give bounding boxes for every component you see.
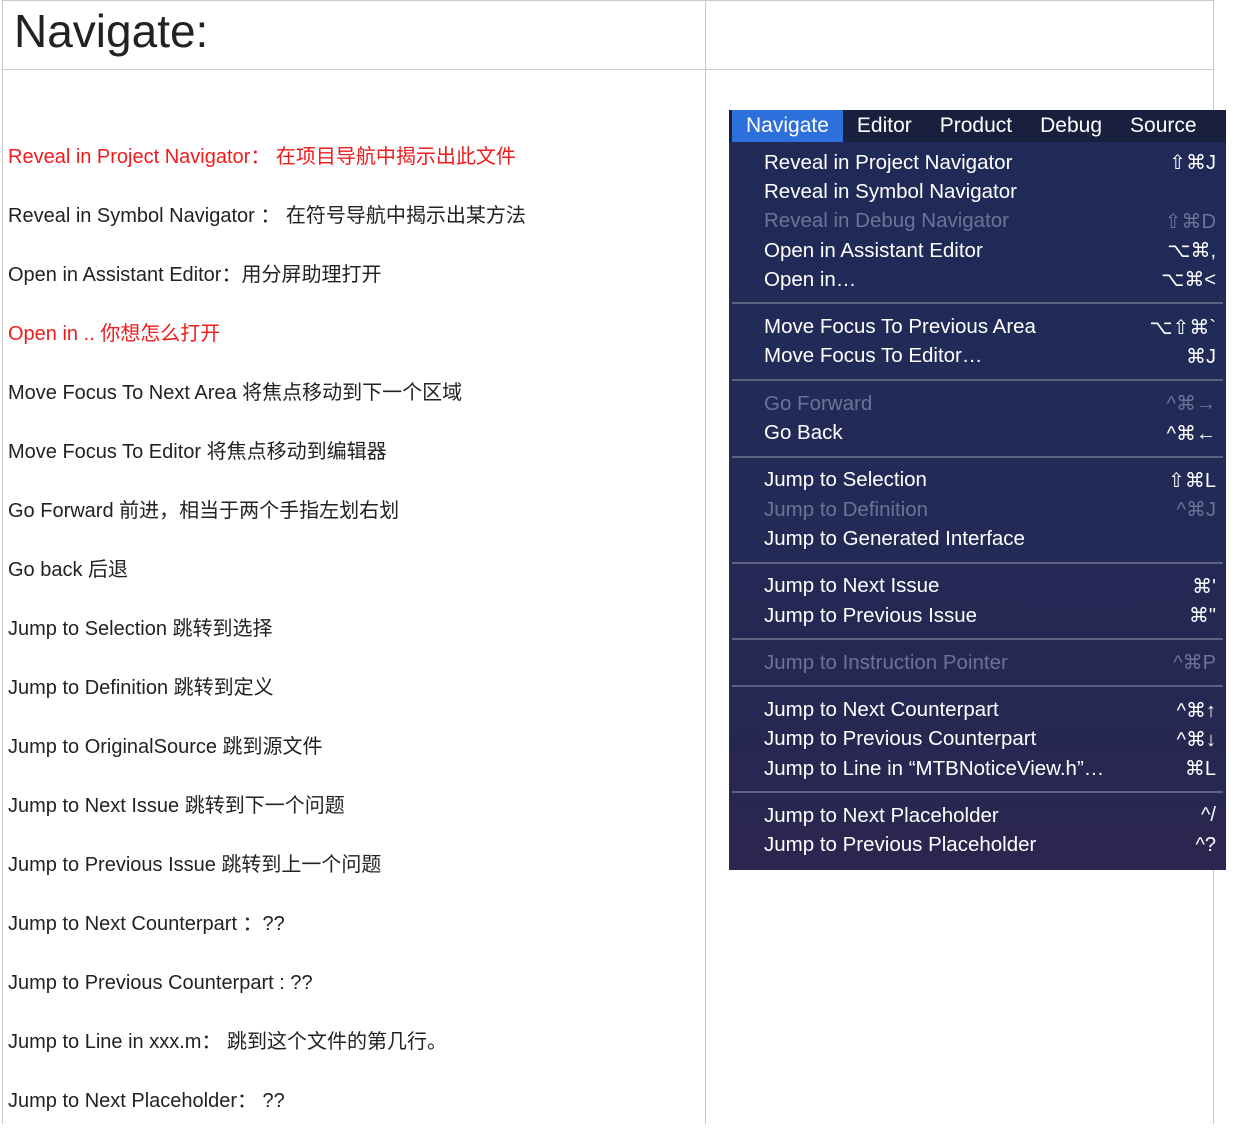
menu-item[interactable]: Reveal in Symbol Navigator — [729, 177, 1226, 206]
navigate-menu: Navigate Editor Product Debug Source Reveal … — [729, 110, 1226, 870]
menu-separator — [732, 302, 1223, 305]
note-line: Jump to Next Issue 跳转到下一个问题 — [8, 795, 345, 817]
menu-item-label: Jump to Next Placeholder — [764, 803, 999, 827]
note-line: Jump to Selection 跳转到选择 — [8, 618, 273, 640]
menu-item[interactable]: Jump to Previous Counterpart ^⌘↓ — [729, 725, 1226, 754]
menubar-item-debug[interactable]: Debug — [1026, 110, 1116, 142]
menu-item: Jump to Definition ^⌘J — [729, 495, 1226, 524]
column-divider — [705, 0, 706, 1124]
menu-item-shortcut: ⌘' — [1192, 575, 1216, 598]
menu-item-label: Jump to Previous Counterpart — [764, 727, 1037, 751]
menu-item[interactable]: Jump to Selection ⇧⌘L — [729, 466, 1226, 495]
menu-item-label: Go Back — [764, 421, 843, 445]
menu-item-shortcut: ⇧⌘L — [1168, 469, 1216, 492]
menu-item-label: Jump to Definition — [764, 497, 929, 521]
menu-item-shortcut: ⌘" — [1188, 605, 1216, 627]
menu-item: Jump to Instruction Pointer ^⌘P — [729, 648, 1226, 677]
menu-item: Go Forward ^⌘→ — [729, 389, 1226, 418]
menubar-item-product[interactable]: Product — [926, 110, 1026, 142]
menu-item-shortcut: ⌥⌘, — [1167, 240, 1216, 263]
menu-item-label: Jump to Generated Interface — [764, 526, 1025, 550]
menu-item[interactable]: Jump to Generated Interface — [729, 524, 1226, 553]
menu-item[interactable]: Jump to Previous Placeholder ^? — [729, 831, 1226, 860]
menu-item[interactable]: Jump to Next Placeholder ^/ — [729, 801, 1226, 830]
menu-item-label: Open in Assistant Editor — [764, 238, 983, 262]
menu-item-label: Jump to Instruction Pointer — [764, 650, 1008, 674]
menu-separator — [732, 685, 1223, 688]
note-line: Open in .. 你想怎么打开 — [8, 323, 221, 345]
menu-item-label: Go Forward — [764, 391, 873, 415]
menu-separator — [732, 455, 1223, 458]
menu-item: Reveal in Debug Navigator ⇧⌘D — [729, 207, 1226, 236]
note-line: Jump to Definition 跳转到定义 — [8, 677, 274, 699]
note-line: Jump to Line in xxx.m： 跳到这个文件的第几行。 — [8, 1031, 447, 1053]
menu-item-shortcut: ⇧⌘J — [1169, 152, 1216, 175]
menubar-item-navigate[interactable]: Navigate — [732, 110, 843, 142]
row-divider — [2, 69, 1214, 70]
menu-item-shortcut: ^? — [1195, 833, 1216, 856]
note-line: Jump to Previous Counterpart : ?? — [8, 972, 313, 994]
menu-item-label: Reveal in Symbol Navigator — [764, 179, 1017, 203]
menu-separator — [732, 379, 1223, 382]
note-line: Reveal in Project Navigator： 在项目导航中揭示出此文… — [8, 146, 516, 168]
menu-item[interactable]: Jump to Next Issue ⌘' — [729, 572, 1226, 601]
note-line: Open in Assistant Editor：用分屏助理打开 — [8, 264, 382, 286]
menu-item-shortcut: ⌥⌘< — [1161, 269, 1216, 292]
menu-item[interactable]: Open in… ⌥⌘< — [729, 265, 1226, 294]
menu-item-label: Jump to Previous Issue — [764, 603, 978, 627]
menu-separator — [732, 638, 1223, 641]
menu-item-label: Move Focus To Editor… — [764, 344, 983, 368]
menu-item-shortcut: ⇧⌘D — [1164, 210, 1216, 233]
note-line: Jump to Next Placeholder： ?? — [8, 1090, 285, 1112]
note-line: Go Forward 前进，相当于两个手指左划右划 — [8, 500, 400, 522]
menu-item-label: Move Focus To Previous Area — [764, 315, 1036, 339]
menu-item-shortcut: ^⌘↓ — [1176, 728, 1216, 751]
menu-item[interactable]: Jump to Previous Issue ⌘" — [729, 601, 1226, 630]
note-line: Move Focus To Editor 将焦点移动到编辑器 — [8, 441, 387, 463]
note-line: Jump to Previous Issue 跳转到上一个问题 — [8, 854, 382, 876]
menu-item-shortcut: ^/ — [1201, 804, 1216, 827]
note-line: Jump to OriginalSource 跳到源文件 — [8, 736, 323, 758]
menu-item-label: Jump to Next Counterpart — [764, 698, 999, 722]
menu-item[interactable]: Go Back ^⌘← — [729, 418, 1226, 447]
menu-item-shortcut: ^⌘J — [1176, 499, 1216, 522]
menu-item-shortcut: ⌥⇧⌘` — [1149, 316, 1216, 339]
menu-item-label: Jump to Selection — [764, 468, 927, 492]
menu-item-label: Jump to Next Issue — [764, 574, 940, 598]
note-line: Jump to Next Counterpart ：?? — [8, 913, 285, 935]
note-line: Move Focus To Next Area 将焦点移动到下一个区域 — [8, 382, 463, 404]
menu-separator — [732, 561, 1223, 564]
menu-item-shortcut: ⌘L — [1184, 758, 1216, 781]
menu-item-label: Reveal in Debug Navigator — [764, 209, 1009, 233]
menubar-item-editor[interactable]: Editor — [843, 110, 926, 142]
menu-item-shortcut: ^⌘→ — [1166, 393, 1216, 416]
menu-separator — [732, 791, 1223, 794]
menu-bar: Navigate Editor Product Debug Source — [729, 110, 1226, 142]
menu-item[interactable]: Jump to Next Counterpart ^⌘↑ — [729, 695, 1226, 724]
menu-item[interactable]: Open in Assistant Editor ⌥⌘, — [729, 236, 1226, 265]
note-line: Reveal in Symbol Navigator ： 在符号导航中揭示出某方… — [8, 205, 526, 227]
menu-body: Reveal in Project Navigator ⇧⌘J Reveal in … — [729, 142, 1226, 860]
menu-item[interactable]: Move Focus To Editor… ⌘J — [729, 342, 1226, 371]
menu-item[interactable]: Jump to Line in “MTBNoticeView.h”… ⌘L — [729, 754, 1226, 783]
menu-item-label: Open in… — [764, 267, 857, 291]
menu-item-shortcut: ^⌘P — [1173, 652, 1216, 675]
note-line: Go back 后退 — [8, 559, 129, 581]
menu-item-shortcut: ^⌘↑ — [1176, 699, 1216, 722]
menu-item-shortcut: ⌘J — [1186, 345, 1216, 368]
menu-item-shortcut: ^⌘← — [1166, 422, 1216, 445]
menu-item-label: Reveal in Project Navigator — [764, 150, 1013, 174]
notes-list: Reveal in Project Navigator： 在项目导航中揭示出此文… — [8, 140, 698, 1143]
page-title: Navigate: — [14, 5, 209, 57]
menubar-item-source[interactable]: Source — [1116, 110, 1211, 142]
menu-item[interactable]: Reveal in Project Navigator ⇧⌘J — [729, 148, 1226, 177]
menu-item-label: Jump to Line in “MTBNoticeView.h”… — [764, 756, 1105, 780]
menu-item-label: Jump to Previous Placeholder — [764, 833, 1037, 857]
menu-item[interactable]: Move Focus To Previous Area ⌥⇧⌘` — [729, 312, 1226, 341]
